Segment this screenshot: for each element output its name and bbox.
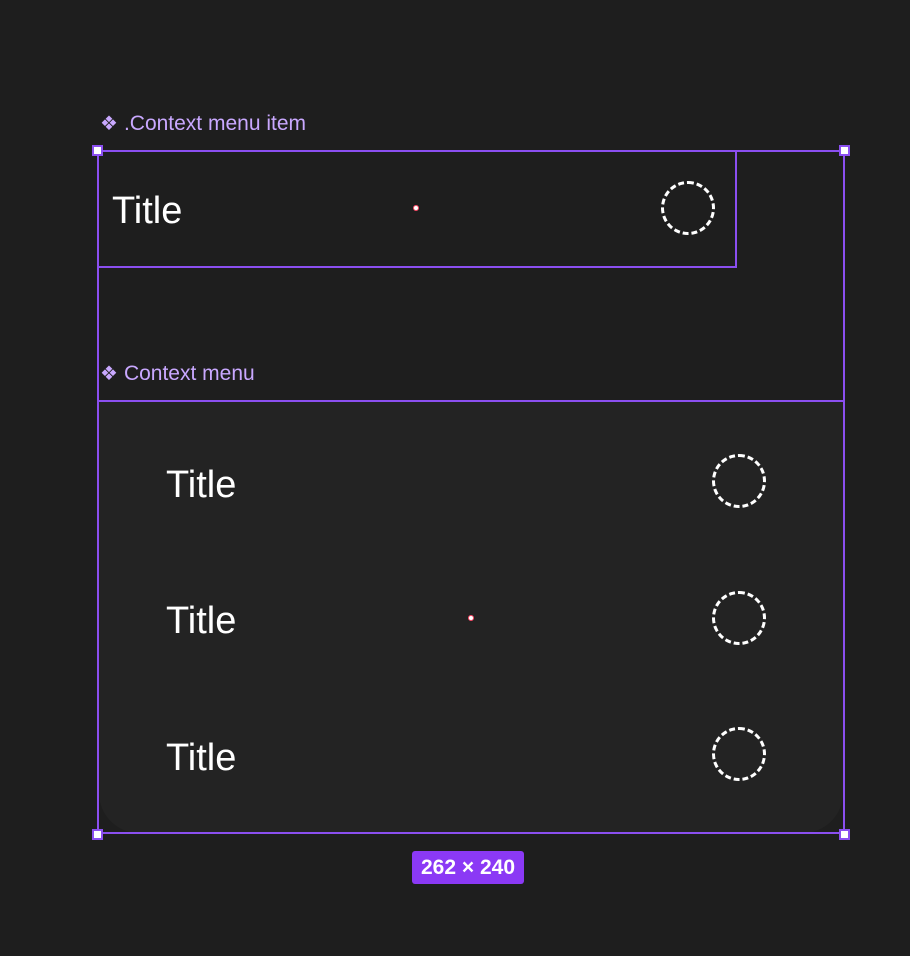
context-menu-frame-top-edge bbox=[97, 400, 845, 402]
item-title: Title bbox=[112, 190, 183, 232]
component-diamond-icon: ❖ bbox=[100, 113, 118, 135]
resize-handle-top-right[interactable] bbox=[839, 145, 850, 156]
component-item-frame-label[interactable]: ❖ .Context menu item bbox=[100, 112, 306, 136]
context-menu-item-title: Title bbox=[166, 464, 237, 506]
design-canvas[interactable]: ❖ .Context menu item Title ❖ Context men… bbox=[0, 0, 910, 956]
center-point-marker bbox=[413, 205, 419, 211]
context-menu-item-title: Title bbox=[166, 737, 237, 779]
context-menu-item-title: Title bbox=[166, 600, 237, 642]
placeholder-dashed-circle-icon bbox=[712, 591, 766, 645]
resize-handle-bottom-left[interactable] bbox=[92, 829, 103, 840]
placeholder-dashed-circle-icon bbox=[661, 181, 715, 235]
center-point-marker bbox=[468, 615, 474, 621]
context-menu-label-text: Context menu bbox=[123, 362, 255, 385]
context-menu-frame-label[interactable]: ❖ Context menu bbox=[100, 362, 255, 386]
placeholder-dashed-circle-icon bbox=[712, 727, 766, 781]
placeholder-dashed-circle-icon bbox=[712, 454, 766, 508]
component-diamond-icon: ❖ bbox=[100, 363, 118, 385]
resize-handle-top-left[interactable] bbox=[92, 145, 103, 156]
selection-size-badge: 262 × 240 bbox=[412, 851, 525, 884]
resize-handle-bottom-right[interactable] bbox=[839, 829, 850, 840]
component-item-label-text: .Context menu item bbox=[123, 112, 307, 135]
